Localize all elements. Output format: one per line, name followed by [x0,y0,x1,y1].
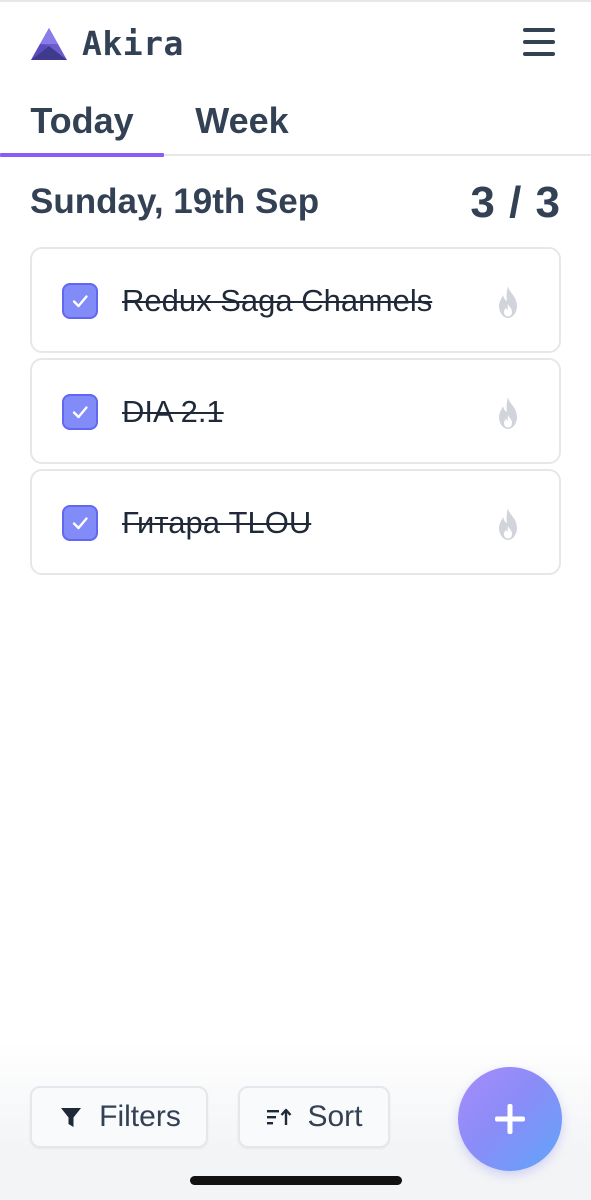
app-name: Akira [82,24,184,63]
add-task-button[interactable] [458,1067,562,1171]
check-icon [72,295,88,308]
filters-button[interactable]: Filters [30,1086,208,1148]
app-screen: Akira Today Week Sunday, 19th Sep 3 / 3 … [0,0,591,1200]
brand[interactable]: Akira [30,24,184,64]
flame-icon[interactable] [493,396,523,430]
task-title: DIA 2.1 [122,394,224,429]
sort-button[interactable]: Sort [238,1086,390,1148]
filters-label: Filters [99,1100,181,1133]
plus-icon [495,1104,525,1134]
check-icon [72,517,88,530]
hamburger-menu-icon[interactable] [520,28,558,60]
funnel-icon [61,1108,82,1127]
completion-count: 3 / 3 [470,178,561,227]
tab-today[interactable]: Today [0,96,164,156]
day-header: Sunday, 19th Sep 3 / 3 [30,178,561,228]
check-icon [72,406,88,419]
app-header: Akira [0,0,591,88]
task-checkbox[interactable] [62,283,98,319]
task-title: Гитара TLOU [122,505,312,540]
task-list: Redux Saga Channels DIA 2.1 Гитара TLOU [30,247,561,580]
active-tab-indicator [0,153,164,157]
task-card[interactable]: DIA 2.1 [30,358,561,464]
tab-week[interactable]: Week [164,96,320,156]
task-checkbox[interactable] [62,505,98,541]
task-title: Redux Saga Channels [122,283,433,318]
day-title: Sunday, 19th Sep [30,182,320,221]
home-indicator[interactable] [190,1176,402,1185]
sort-icon [267,1108,292,1125]
task-checkbox[interactable] [62,394,98,430]
view-tabs: Today Week [0,96,591,158]
task-card[interactable]: Redux Saga Channels [30,247,561,353]
akira-logo-icon [31,28,67,60]
task-card[interactable]: Гитара TLOU [30,469,561,575]
sort-label: Sort [307,1100,363,1133]
flame-icon[interactable] [493,285,523,319]
flame-icon[interactable] [493,507,523,541]
